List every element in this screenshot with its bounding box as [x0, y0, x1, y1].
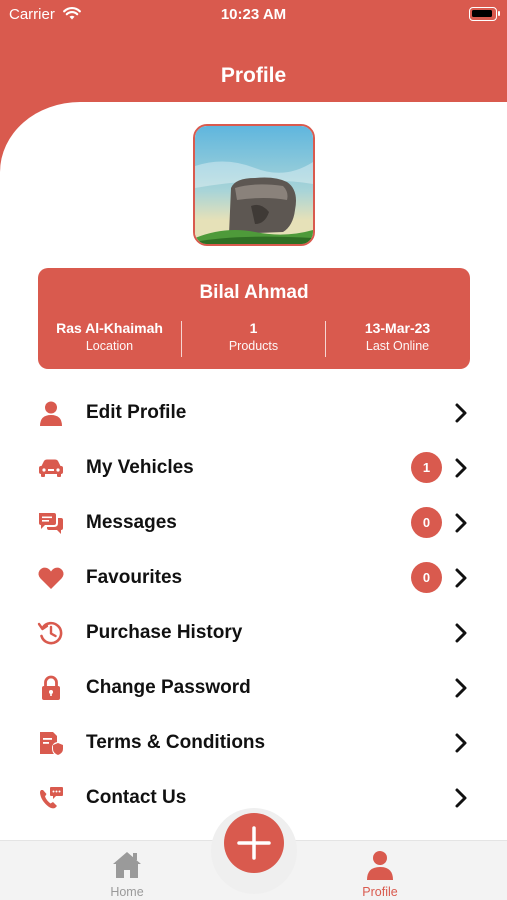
plus-icon — [237, 826, 271, 860]
tab-label: Home — [110, 885, 144, 899]
menu-item-label: Purchase History — [86, 622, 243, 643]
car-icon — [39, 459, 63, 477]
chevron-right-icon — [455, 733, 467, 753]
chat-icon — [39, 513, 63, 534]
chevron-right-icon — [455, 403, 467, 423]
menu-item-label: Favourites — [86, 567, 183, 588]
menu-item-terms-conditions[interactable]: Terms & Conditions — [0, 715, 507, 770]
tab-profile[interactable]: Profile — [320, 841, 440, 900]
menu-item-label: Messages — [86, 512, 177, 533]
avatar[interactable] — [193, 124, 315, 246]
profile-menu: Edit Profile My Vehicles 1 Messages 0 Fa… — [0, 385, 507, 825]
battery-icon — [469, 7, 500, 21]
count-badge: 0 — [411, 507, 442, 538]
page-title: Profile — [220, 64, 287, 87]
chevron-right-icon — [455, 513, 467, 533]
user-icon — [40, 401, 62, 426]
menu-item-my-vehicles[interactable]: My Vehicles 1 — [0, 440, 507, 495]
menu-item-messages[interactable]: Messages 0 — [0, 495, 507, 550]
avatar-image — [195, 126, 313, 244]
user-icon — [367, 851, 393, 880]
menu-item-label: My Vehicles — [86, 457, 194, 478]
menu-item-edit-profile[interactable]: Edit Profile — [0, 385, 507, 440]
chevron-right-icon — [455, 458, 467, 478]
tab-home[interactable]: Home — [67, 841, 187, 900]
menu-item-label: Change Password — [86, 677, 251, 698]
wifi-icon — [63, 7, 81, 20]
count-badge: 1 — [411, 452, 442, 483]
stat-products: 1 Products — [182, 320, 325, 353]
menu-item-label: Edit Profile — [86, 402, 187, 423]
stat-value: Ras Al-Khaimah — [56, 320, 163, 336]
add-button[interactable] — [224, 813, 284, 873]
stat-label: Location — [85, 339, 134, 353]
document-shield-icon — [40, 732, 63, 755]
tab-label: Profile — [362, 885, 398, 899]
menu-item-label: Terms & Conditions — [86, 732, 266, 753]
menu-item-label: Contact Us — [86, 787, 187, 808]
stat-last-online: 13-Mar-23 Last Online — [326, 320, 469, 353]
menu-item-favourites[interactable]: Favourites 0 — [0, 550, 507, 605]
profile-info-card: Bilal Ahmad Ras Al-Khaimah Location 1 Pr… — [38, 268, 470, 369]
menu-item-purchase-history[interactable]: Purchase History — [0, 605, 507, 660]
chevron-right-icon — [455, 568, 467, 588]
user-name: Bilal Ahmad — [199, 282, 309, 303]
lock-icon — [42, 675, 60, 700]
stat-label: Products — [228, 339, 279, 353]
heart-icon — [38, 567, 64, 589]
status-bar: Carrier 10:23 AM — [0, 0, 507, 30]
history-icon — [37, 621, 63, 645]
stat-value: 1 — [249, 320, 258, 336]
carrier-label: Carrier — [9, 6, 55, 23]
phone-chat-icon — [40, 787, 63, 809]
profile-screen: Carrier 10:23 AM Profile Bilal Ahmad Ras… — [0, 0, 507, 900]
stat-value: 13-Mar-23 — [364, 320, 431, 336]
chevron-right-icon — [455, 623, 467, 643]
count-badge: 0 — [411, 562, 442, 593]
home-icon — [113, 852, 141, 878]
chevron-right-icon — [455, 788, 467, 808]
stat-location: Ras Al-Khaimah Location — [38, 320, 181, 353]
stat-label: Last Online — [365, 339, 430, 353]
chevron-right-icon — [455, 678, 467, 698]
menu-item-change-password[interactable]: Change Password — [0, 660, 507, 715]
